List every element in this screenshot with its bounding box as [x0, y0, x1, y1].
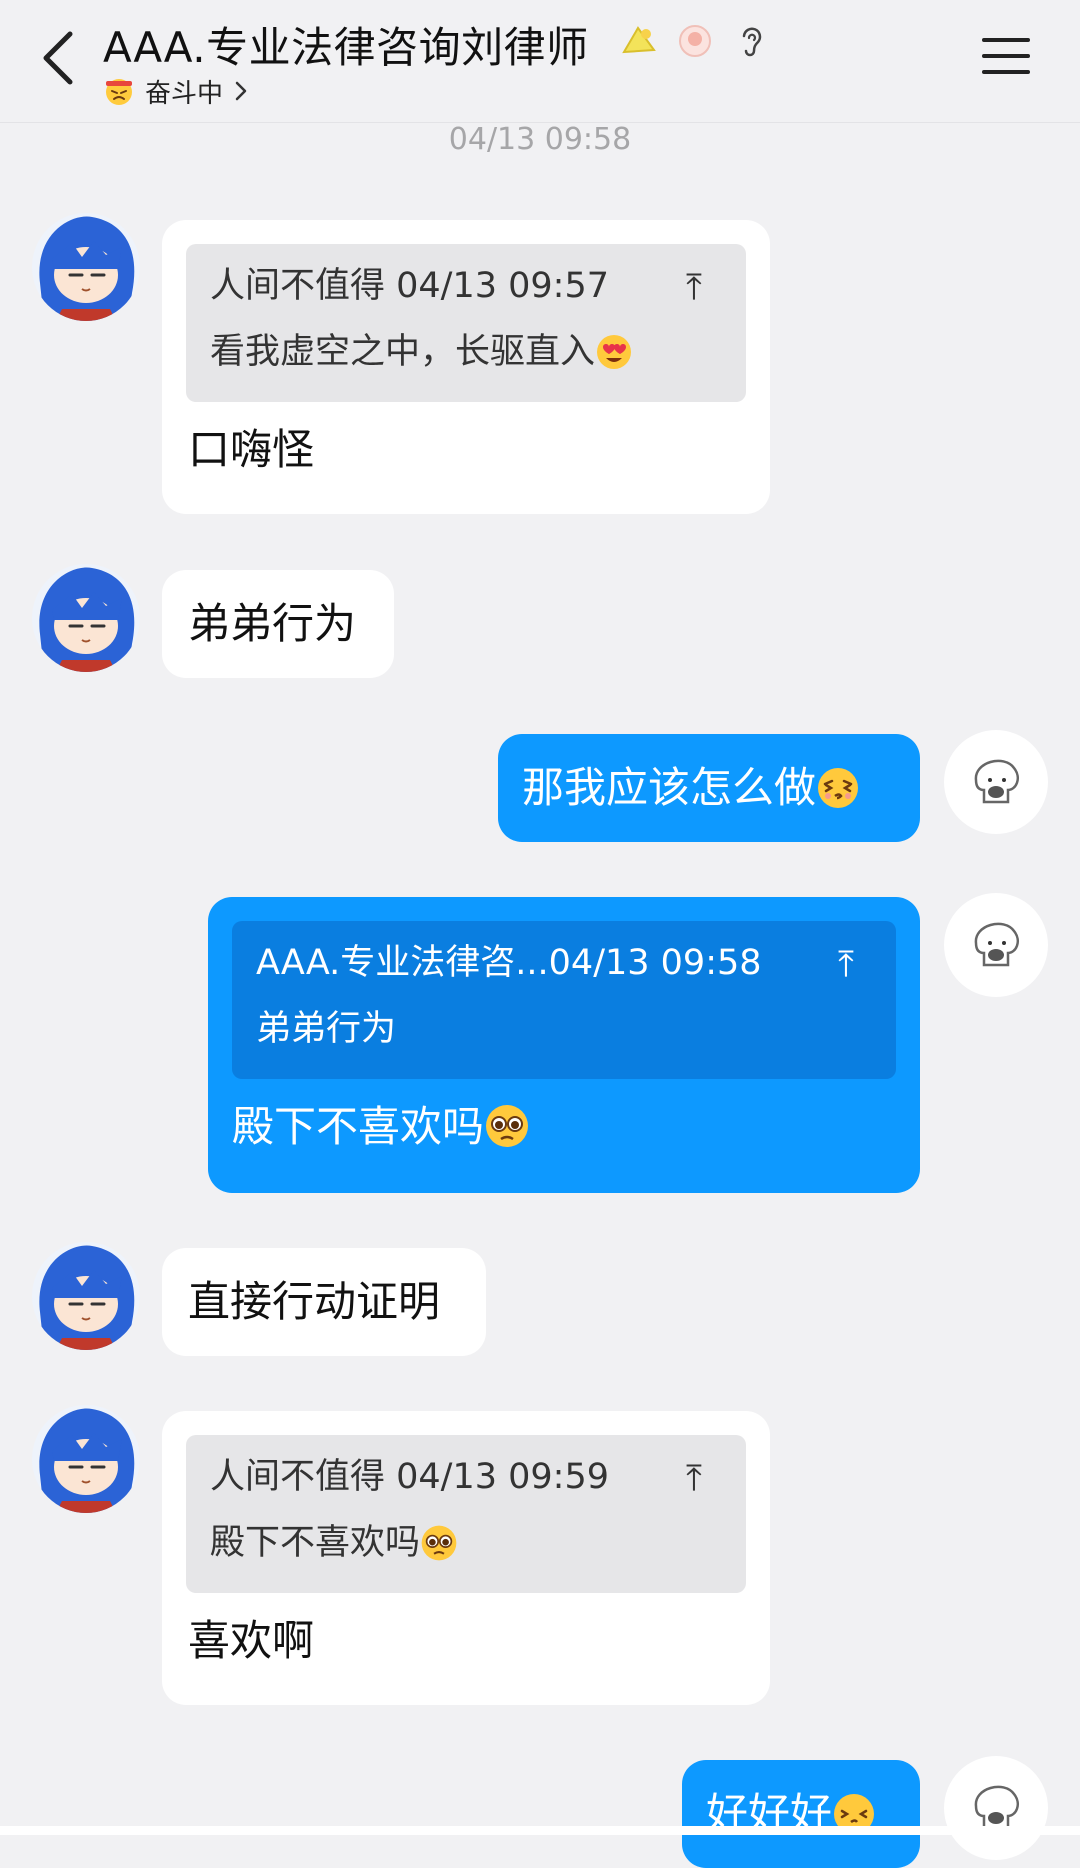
status-row[interactable]: 奋斗中	[103, 74, 249, 109]
message-text: 殿下不喜欢吗	[232, 1101, 530, 1153]
message-bubble[interactable]: 人间不值得 04/13 09:57 ⤒ 看我虚空之中，长驱直入 口嗨怪	[162, 220, 770, 514]
message-bubble[interactable]: 弟弟行为	[162, 570, 394, 678]
my-avatar[interactable]	[944, 893, 1048, 997]
contact-avatar[interactable]	[32, 213, 140, 321]
message-text: 喜欢啊	[188, 1616, 315, 1665]
my-avatar[interactable]	[944, 730, 1048, 834]
quote-text: 殿下不喜欢吗	[210, 1521, 458, 1565]
badge-icon-2	[679, 25, 711, 57]
kissing-emoji-icon	[818, 768, 859, 808]
message-timestamp: 04/13 09:58	[448, 122, 632, 157]
message-text: 弟弟行为	[188, 599, 357, 648]
message-text: 口嗨怪	[188, 425, 315, 474]
message-bubble[interactable]: 人间不值得 04/13 09:59 ⤒ 殿下不喜欢吗 喜欢啊	[162, 1411, 770, 1705]
pleading-face-emoji-icon	[421, 1525, 457, 1561]
pleading-face-emoji-icon	[486, 1105, 529, 1147]
quote-meta: AAA.专业法律咨...04/13 09:58	[256, 943, 762, 983]
quoted-message[interactable]: 人间不值得 04/13 09:59 ⤒ 殿下不喜欢吗	[186, 1435, 746, 1593]
status-text: 奋斗中	[145, 78, 224, 109]
jump-to-original-icon[interactable]: ⤒	[686, 1459, 702, 1499]
my-avatar-image	[974, 759, 1019, 804]
quoted-message[interactable]: AAA.专业法律咨...04/13 09:58 ⤒ 弟弟行为	[232, 921, 896, 1079]
chevron-right-icon	[235, 81, 247, 101]
message-text: 直接行动证明	[188, 1277, 441, 1326]
my-avatar-image	[974, 922, 1019, 967]
chat-title[interactable]: AAA.专业法律咨询刘律师	[103, 14, 589, 75]
quote-text: 看我虚空之中，长驱直入	[210, 330, 633, 374]
contact-avatar[interactable]	[32, 1242, 140, 1350]
badge-icon-1	[622, 26, 656, 54]
input-bar-edge	[0, 1826, 1080, 1835]
quoted-message[interactable]: 人间不值得 04/13 09:57 ⤒ 看我虚空之中，长驱直入	[186, 244, 746, 402]
contact-avatar[interactable]	[32, 1405, 140, 1513]
jump-to-original-icon[interactable]: ⤒	[838, 945, 854, 985]
heart-eyes-emoji-icon	[597, 335, 632, 369]
ear-icon[interactable]	[732, 22, 770, 60]
my-avatar[interactable]	[944, 1756, 1048, 1860]
menu-icon[interactable]	[980, 34, 1032, 78]
contact-avatar[interactable]	[32, 564, 140, 672]
quote-meta: 人间不值得 04/13 09:59	[210, 1457, 609, 1497]
message-bubble[interactable]: AAA.专业法律咨...04/13 09:58 ⤒ 弟弟行为 殿下不喜欢吗	[208, 897, 920, 1193]
jump-to-original-icon[interactable]: ⤒	[686, 268, 702, 308]
quote-meta: 人间不值得 04/13 09:57	[210, 266, 609, 306]
back-arrow-icon[interactable]	[36, 28, 86, 88]
message-text: 那我应该怎么做	[522, 762, 860, 814]
message-bubble[interactable]: 好好好	[682, 1760, 920, 1868]
message-bubble[interactable]: 直接行动证明	[162, 1248, 486, 1356]
status-emoji-icon	[106, 79, 132, 105]
quote-text: 弟弟行为	[256, 1009, 397, 1049]
message-bubble[interactable]: 那我应该怎么做	[498, 734, 920, 842]
